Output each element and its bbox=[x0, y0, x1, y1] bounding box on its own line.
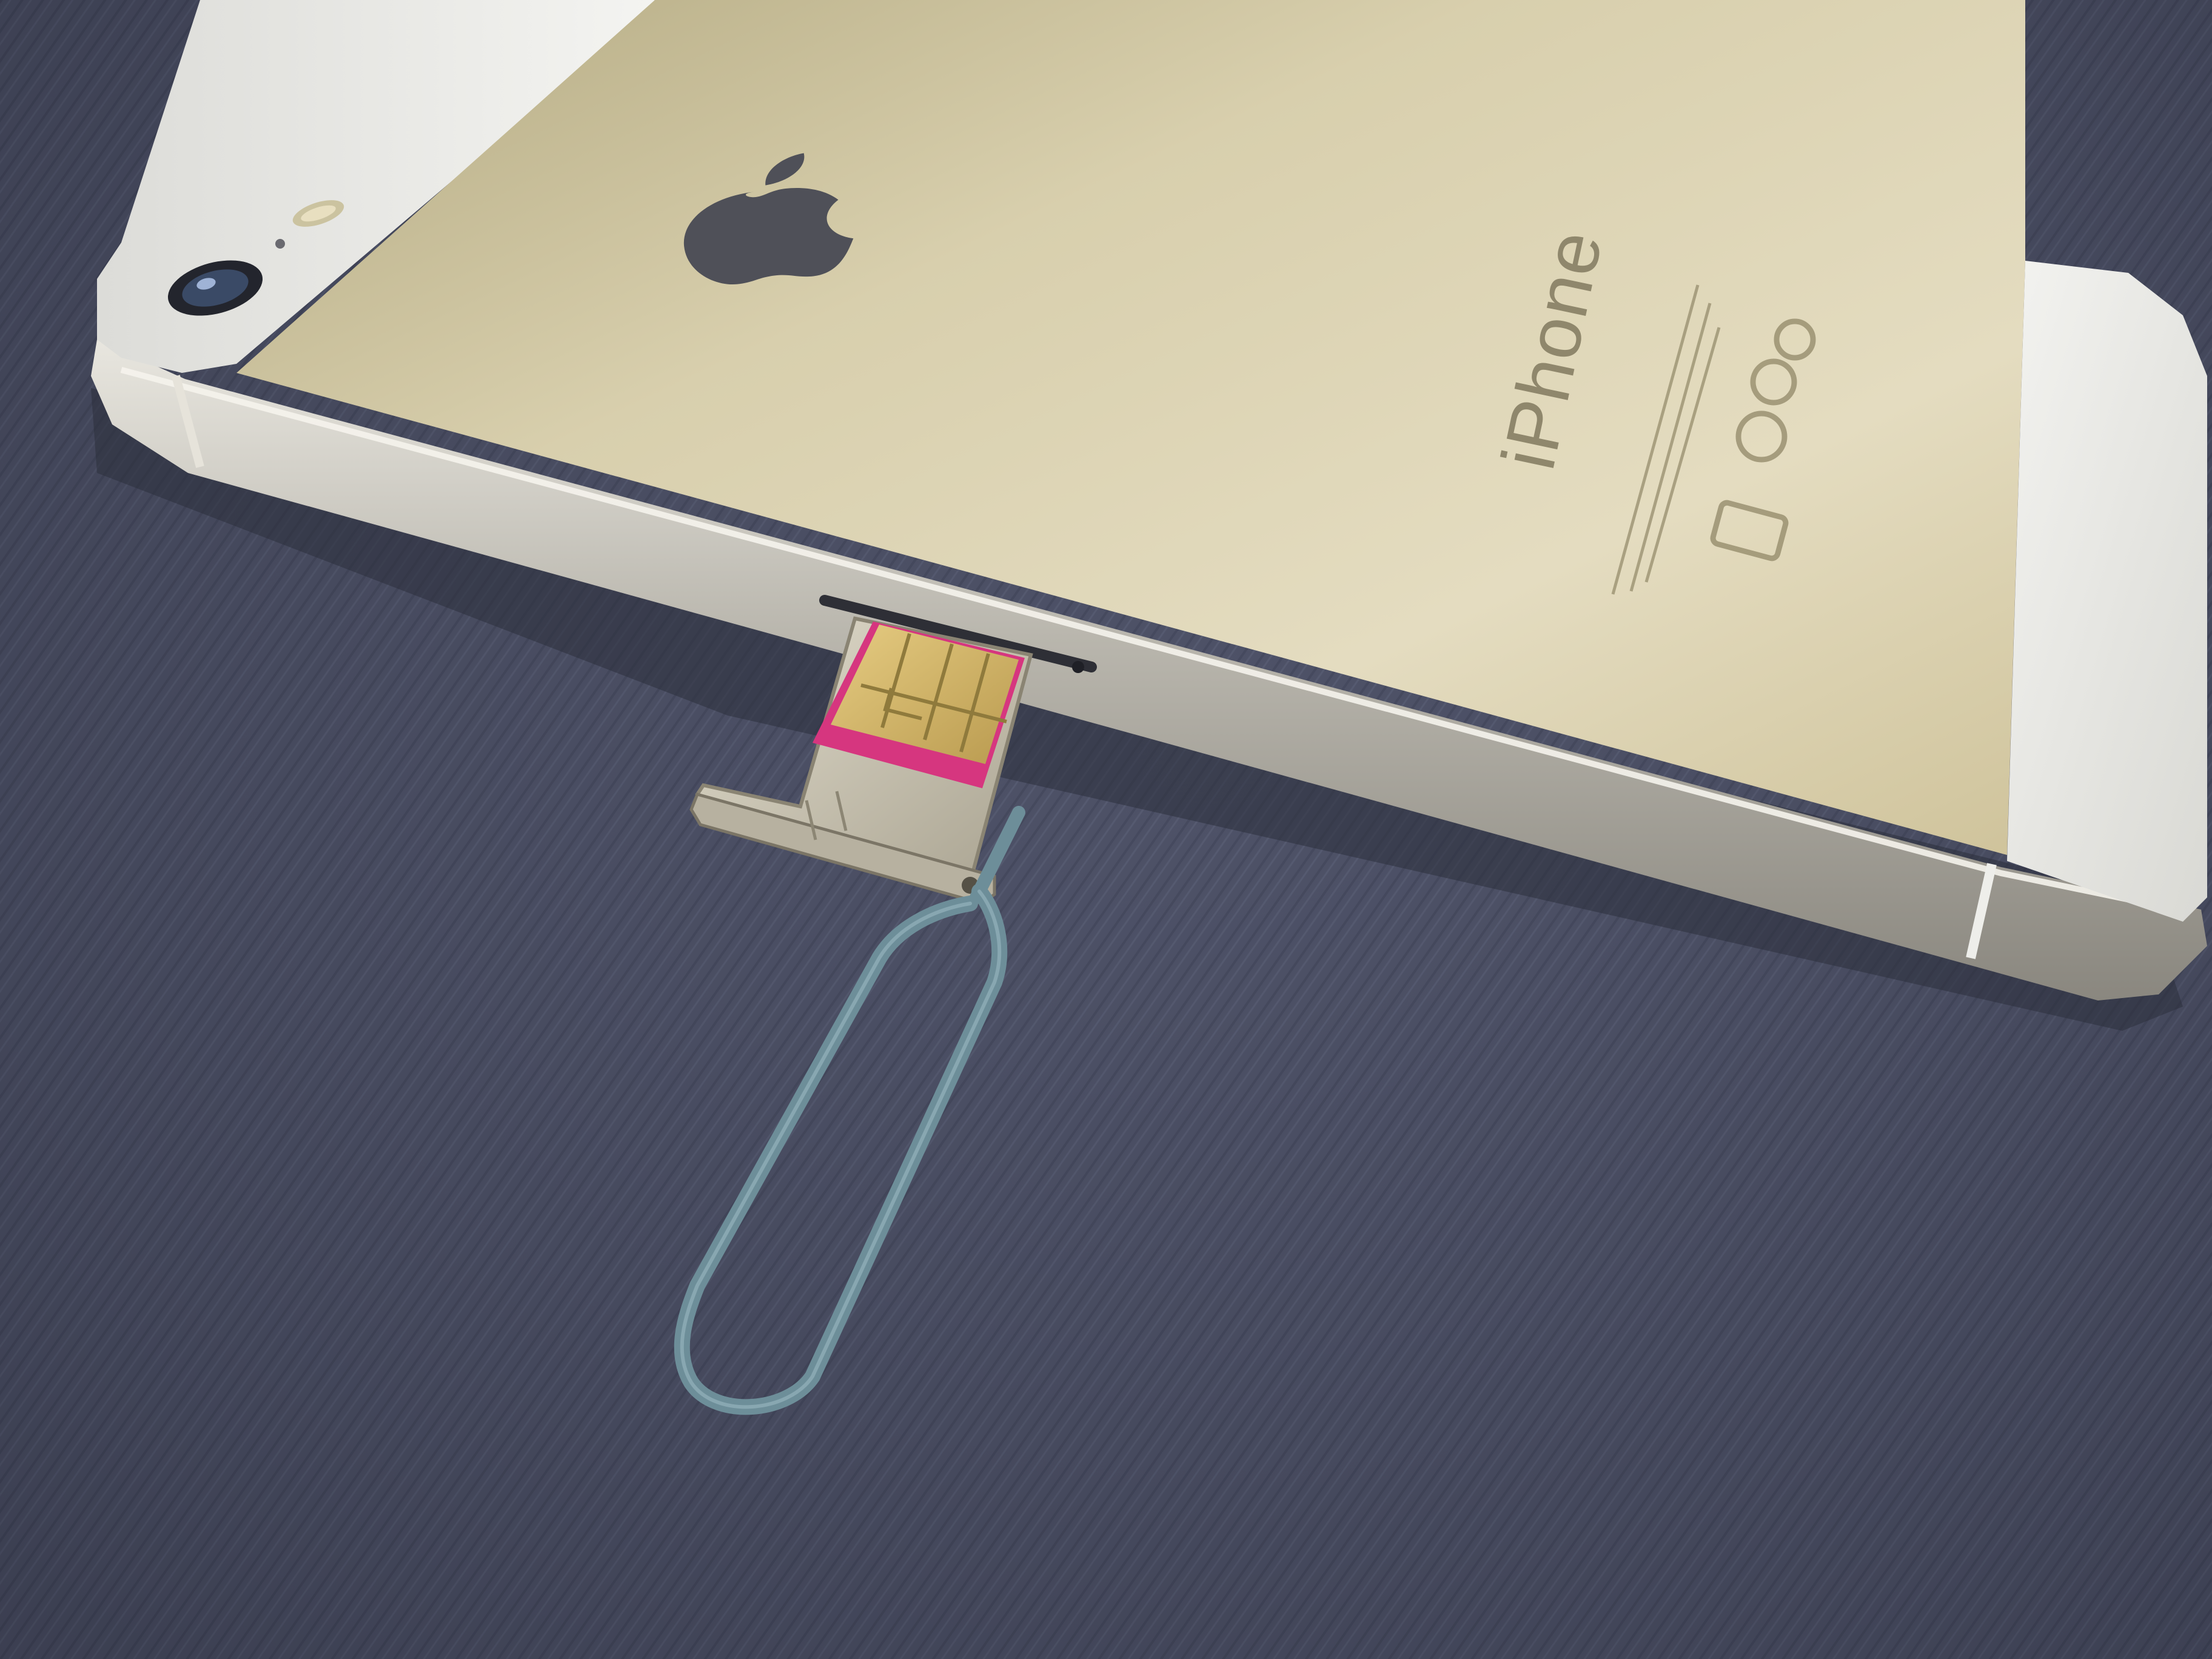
phone-bottom-white-glass bbox=[2007, 261, 2207, 922]
microphone-icon bbox=[275, 239, 285, 249]
photo-scene: iPhone bbox=[0, 0, 2212, 1659]
sim-slot-eject-hole bbox=[1072, 661, 1084, 673]
